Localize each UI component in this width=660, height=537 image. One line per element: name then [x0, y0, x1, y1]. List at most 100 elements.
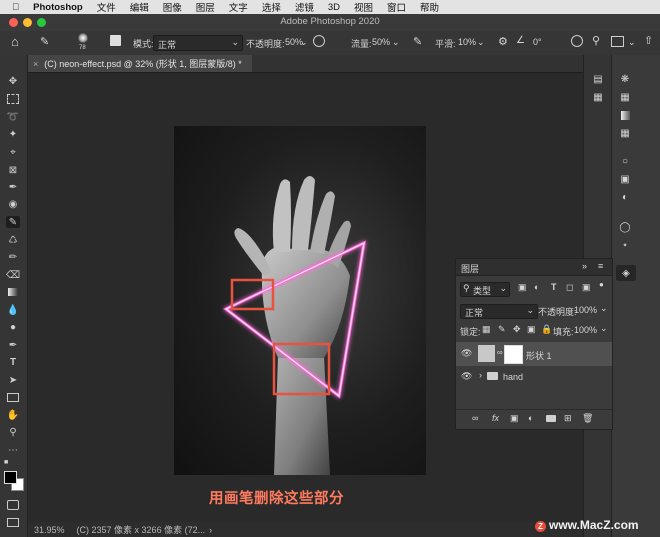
magic-wand-tool-icon[interactable]: ✦ — [6, 128, 20, 140]
opacity-chevron-icon[interactable]: ⌄ — [300, 37, 308, 48]
smoothing-chevron-icon[interactable]: ⌄ — [477, 37, 485, 48]
menu-app-name[interactable]: Photoshop — [33, 2, 83, 13]
menu-3d[interactable]: 3D — [328, 2, 340, 13]
layers-panel-title[interactable]: 图层 — [461, 262, 479, 275]
link-icon[interactable]: ∞ — [497, 348, 503, 357]
filter-pixel-icon[interactable]: ▣ — [518, 282, 527, 293]
menu-file[interactable]: 文件 — [97, 0, 116, 14]
brush-preset-icon[interactable] — [78, 33, 88, 43]
layers-panel-icon[interactable]: ◈ — [616, 265, 636, 281]
filter-toggle-icon[interactable]: ● — [599, 280, 604, 289]
new-layer-icon[interactable]: ⊞ — [564, 413, 572, 424]
pressure-size-icon[interactable] — [571, 35, 583, 47]
add-style-icon[interactable]: fx — [492, 413, 499, 423]
layer-name[interactable]: 形状 1 — [526, 349, 552, 362]
workspace-icon[interactable] — [611, 36, 624, 47]
screen-mode-icon[interactable] — [6, 516, 20, 528]
flow-value[interactable]: 50% — [372, 37, 390, 47]
history-brush-tool-icon[interactable]: ✏ — [6, 251, 20, 263]
properties-panel-icon[interactable]: ▦ — [591, 91, 605, 103]
panel-menu-icon[interactable]: ≡ — [598, 261, 603, 271]
patterns-panel-icon[interactable]: ▦ — [618, 127, 632, 139]
color-panel-icon[interactable]: ❋ — [618, 73, 632, 85]
adjustments-panel-icon[interactable]: ◐ — [618, 191, 632, 203]
move-tool-icon[interactable]: ✥ — [6, 75, 20, 87]
menu-window[interactable]: 窗口 — [387, 0, 406, 14]
home-icon[interactable]: ⌂ — [11, 34, 19, 49]
layer-mask-thumbnail[interactable] — [504, 345, 523, 364]
marquee-tool-icon[interactable] — [6, 93, 20, 105]
clone-stamp-tool-icon[interactable]: ♺ — [6, 234, 20, 246]
type-tool-icon[interactable]: T — [6, 356, 20, 368]
new-adjustment-icon[interactable]: ◐ — [528, 413, 533, 423]
visibility-eye-icon[interactable]: 👁 — [461, 371, 472, 382]
path-selection-tool-icon[interactable]: ➤ — [6, 374, 20, 386]
document-tab[interactable]: × (C) neon-effect.psd @ 32% (形状 1, 图层蒙版/… — [27, 55, 252, 72]
document-info[interactable]: (C) 2357 像素 x 3266 像素 (72... — [77, 523, 206, 536]
smoothing-value[interactable]: 10% — [458, 37, 476, 47]
chevron-down-icon[interactable]: ⌄ — [600, 323, 608, 334]
menu-edit[interactable]: 编辑 — [130, 0, 149, 14]
lock-image-icon[interactable]: ✎ — [498, 324, 506, 335]
chevron-down-icon[interactable]: ⌄ — [600, 303, 608, 314]
menu-help[interactable]: 帮助 — [420, 0, 439, 14]
eyedropper-tool-icon[interactable]: ✒ — [6, 181, 20, 193]
channels-panel-icon[interactable]: ◯ — [618, 221, 632, 233]
menu-filter[interactable]: 滤镜 — [295, 0, 314, 14]
angle-value[interactable]: 0° — [533, 37, 542, 47]
lock-artboard-icon[interactable]: ▣ — [527, 324, 536, 335]
layer-opacity-value[interactable]: 100% — [574, 305, 597, 315]
menu-image[interactable]: 图像 — [163, 0, 182, 14]
smoothing-options-gear-icon[interactable]: ⚙ — [498, 35, 508, 48]
airbrush-icon[interactable]: ✎ — [413, 35, 422, 48]
lock-position-icon[interactable]: ✥ — [513, 324, 521, 335]
rectangle-tool-icon[interactable] — [6, 391, 20, 403]
zoom-tool-icon[interactable]: ⚲ — [6, 426, 20, 438]
collapse-panel-icon[interactable]: » — [582, 261, 587, 271]
pressure-opacity-icon[interactable] — [313, 35, 325, 47]
frame-tool-icon[interactable]: ⊠ — [6, 164, 20, 176]
filter-smart-object-icon[interactable]: ▣ — [582, 282, 591, 293]
paths-panel-icon[interactable]: ⋆ — [618, 239, 632, 251]
dodge-tool-icon[interactable]: ● — [6, 321, 20, 333]
menu-view[interactable]: 视图 — [354, 0, 373, 14]
brush-tool-icon[interactable]: ✎ — [40, 35, 49, 48]
more-tools-icon[interactable]: ⋯ — [6, 444, 20, 456]
history-panel-icon[interactable]: ▤ — [591, 73, 605, 85]
healing-brush-tool-icon[interactable]: ◉ — [6, 198, 20, 210]
filter-shape-icon[interactable]: ◻ — [566, 282, 573, 293]
menu-select[interactable]: 选择 — [262, 0, 281, 14]
pen-tool-icon[interactable]: ✒ — [6, 339, 20, 351]
close-tab-icon[interactable]: × — [33, 59, 38, 69]
link-layers-icon[interactable]: ∞ — [472, 413, 478, 423]
workspace-chevron-icon[interactable]: ⌄ — [628, 37, 636, 48]
default-colors-icon[interactable]: ■ — [4, 459, 8, 466]
blend-mode-select[interactable]: 正常 ⌄ — [460, 304, 538, 319]
share-icon[interactable]: ⇧ — [644, 34, 653, 47]
filter-kind-select[interactable]: ⚲ 类型 ⌄ — [460, 282, 510, 297]
new-group-folder-icon[interactable] — [546, 415, 556, 422]
document-canvas[interactable] — [174, 126, 426, 475]
filter-type-icon[interactable]: T — [551, 282, 557, 292]
mode-select[interactable]: 正常 ⌄ — [153, 35, 243, 51]
layer-name[interactable]: hand — [503, 372, 523, 382]
hand-tool-icon[interactable]: ✋ — [6, 409, 20, 421]
swatches-panel-icon[interactable]: ▦ — [618, 91, 632, 103]
apple-icon[interactable]:  — [12, 2, 19, 13]
expand-group-icon[interactable]: › — [479, 370, 482, 380]
libraries-panel-icon[interactable]: ▣ — [618, 173, 632, 185]
crop-tool-icon[interactable]: ⌖ — [6, 146, 20, 158]
layer-row-hand[interactable]: 👁 › hand — [456, 368, 612, 386]
menu-layer[interactable]: 图层 — [196, 0, 215, 14]
zoom-level[interactable]: 31.95% — [34, 525, 65, 535]
layer-row-shape1[interactable]: 👁 ∞ 形状 1 — [456, 342, 612, 366]
menu-type[interactable]: 文字 — [229, 0, 248, 14]
gradient-tool-icon[interactable] — [6, 286, 20, 298]
brush-settings-icon[interactable] — [110, 35, 121, 46]
brush-tool-icon[interactable]: ✎ — [6, 216, 20, 228]
learn-panel-icon[interactable]: ○ — [618, 155, 632, 167]
flow-chevron-icon[interactable]: ⌄ — [392, 37, 400, 48]
search-icon[interactable]: ⚲ — [592, 34, 600, 47]
quick-mask-icon[interactable] — [6, 499, 20, 511]
fill-value[interactable]: 100% — [574, 325, 597, 335]
